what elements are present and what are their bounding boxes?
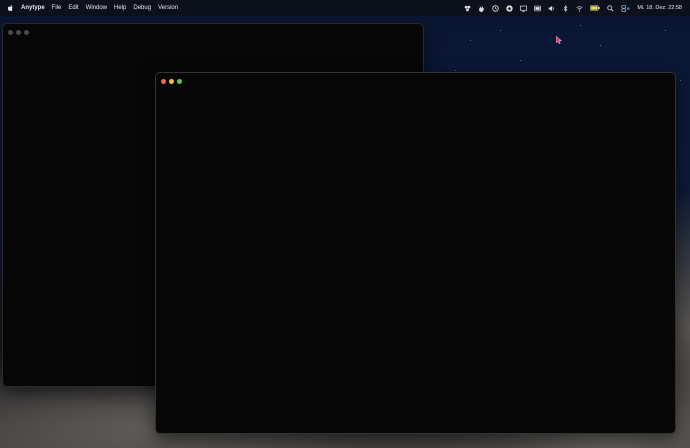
clock-icon[interactable] (492, 4, 500, 12)
zoom-button[interactable] (177, 79, 182, 84)
menu-edit[interactable]: Edit (68, 5, 78, 11)
search-icon[interactable] (607, 4, 614, 12)
menu-debug[interactable]: Debug (133, 5, 151, 11)
window-controls (161, 79, 185, 84)
anytype-window-front[interactable] (155, 72, 676, 434)
menu-version[interactable]: Version (158, 5, 178, 11)
zoom-button[interactable] (24, 30, 29, 35)
menu-help[interactable]: Help (114, 5, 126, 11)
menu-app-name[interactable]: Anytype (21, 5, 45, 11)
flame-icon[interactable] (478, 4, 485, 12)
close-button[interactable] (8, 30, 13, 35)
screen-mirror-icon[interactable] (520, 5, 528, 12)
bluetooth-icon[interactable] (562, 4, 569, 12)
status-area: Mi. 18. Dez. 22:58 (457, 0, 682, 16)
minimize-button[interactable] (16, 30, 21, 35)
display-icon[interactable] (534, 5, 542, 12)
volume-icon[interactable] (548, 5, 555, 12)
wifi-icon[interactable] (576, 5, 583, 12)
soccer-icon[interactable] (506, 4, 514, 12)
menu-file[interactable]: File (52, 5, 62, 11)
close-button[interactable] (161, 79, 166, 84)
battery-icon[interactable] (590, 5, 601, 12)
menubar-clock[interactable]: Mi. 18. Dez. 22:58 (637, 5, 682, 11)
stats-icon[interactable] (464, 5, 471, 12)
minimize-button[interactable] (169, 79, 174, 84)
menu-bar: Anytype File Edit Window Help Debug Vers… (0, 0, 690, 16)
control-center-icon[interactable] (621, 4, 630, 12)
mouse-cursor-icon (555, 31, 563, 49)
menu-window[interactable]: Window (86, 5, 107, 11)
window-controls (8, 30, 32, 35)
apple-icon[interactable] (8, 5, 13, 11)
